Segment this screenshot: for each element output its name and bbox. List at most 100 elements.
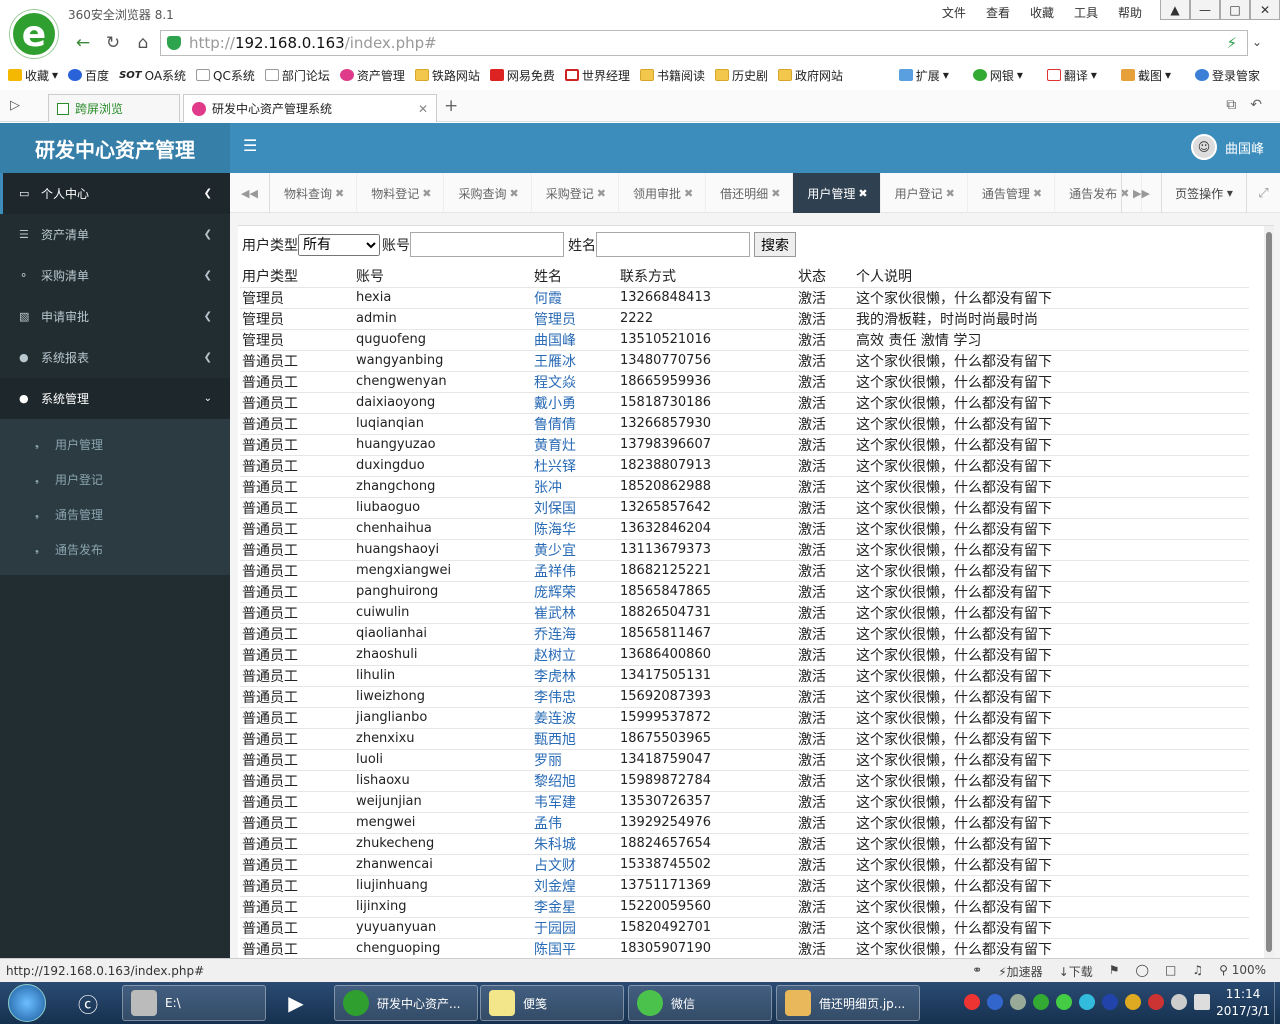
sogou-icon[interactable] (964, 994, 980, 1010)
cell-name[interactable]: 黄少宜 (532, 539, 618, 561)
bookmark-railway[interactable]: 铁路网站 (414, 67, 480, 84)
bookmark-favorites[interactable]: 收藏 ▾ (8, 67, 58, 84)
zoom-level[interactable]: ⚲ 100% (1219, 963, 1266, 980)
content-tab[interactable]: 借还明细 ✖ (706, 173, 794, 213)
close-icon[interactable]: ✕ (1250, 0, 1280, 20)
close-tab-icon[interactable]: ✖ (858, 187, 867, 200)
cell-name[interactable]: 姜连波 (532, 707, 618, 729)
close-tab-icon[interactable]: ✖ (597, 187, 606, 200)
network-status-icon[interactable] (1194, 994, 1210, 1010)
ie-mode-icon[interactable]: ◯ (1136, 963, 1149, 980)
menu-help[interactable]: 帮助 (1108, 4, 1152, 21)
menu-file[interactable]: 文件 (932, 4, 976, 21)
sidebar-item-approval[interactable]: ▧ 申请审批 ❮ (0, 296, 230, 337)
cell-name[interactable]: 李金星 (532, 896, 618, 918)
undo-icon[interactable]: ↶ (1250, 97, 1262, 113)
new-tab-icon[interactable]: + (444, 96, 458, 116)
taskbar-browser[interactable]: 研发中心资产... (334, 985, 478, 1021)
sidebar-item-assets[interactable]: ☰ 资产清单 ❮ (0, 214, 230, 255)
tabs-scroll-right-icon[interactable]: ▶▶ (1121, 173, 1161, 213)
taskbar-explorer[interactable]: E:\ (122, 985, 266, 1021)
cell-name[interactable]: 甄西旭 (532, 728, 618, 750)
sidebar-item-notice-management[interactable]: ❟ 通告管理 (0, 497, 230, 532)
maximize-icon[interactable]: □ (1220, 0, 1250, 20)
cell-name[interactable]: 戴小勇 (532, 392, 618, 414)
taskbar-notes[interactable]: 便笺 (480, 985, 624, 1021)
bookmark-government[interactable]: 政府网站 (777, 67, 843, 84)
back-icon[interactable]: ← (70, 31, 96, 55)
close-tab-icon[interactable]: ✖ (1033, 187, 1042, 200)
content-tab[interactable]: 采购查询 ✖ (444, 173, 532, 213)
chevron-down-icon[interactable]: ⌄ (1252, 35, 1262, 49)
close-tab-icon[interactable]: ✕ (418, 102, 428, 116)
window-icon[interactable]: □ (1165, 963, 1176, 980)
taskbar-wechat[interactable]: 微信 (628, 985, 772, 1021)
content-tab[interactable]: 物料查询 ✖ (270, 173, 358, 213)
scrollbar-thumb[interactable] (1266, 232, 1272, 952)
bookmark-manager[interactable]: 世界经理 (564, 67, 630, 84)
volume-icon[interactable]: ♫ (1192, 963, 1203, 980)
sidebar-item-reports[interactable]: ● 系统报表 ❮ (0, 337, 230, 378)
sidebar-item-personal[interactable]: ▭ 个人中心 ❮ (0, 173, 230, 214)
cell-name[interactable]: 占文财 (532, 854, 618, 876)
usb-icon[interactable] (1010, 994, 1026, 1010)
bookmark-books[interactable]: 书籍阅读 (639, 67, 705, 84)
accelerator-button[interactable]: ⚡加速器 (998, 963, 1042, 980)
cell-name[interactable]: 管理员 (532, 308, 618, 330)
cell-name[interactable]: 刘保国 (532, 497, 618, 519)
bookmark-oa[interactable]: SOT OA系统 (119, 67, 186, 84)
tabs-scroll-left-icon[interactable]: ◀◀ (230, 173, 270, 213)
extensions-button[interactable]: 扩展 ▾ (898, 67, 949, 84)
ebank-button[interactable]: 网银 ▾ (972, 67, 1023, 84)
speaker-icon[interactable] (1171, 994, 1187, 1010)
taskbar-paint[interactable]: 借还明细页.jp... (776, 985, 920, 1021)
minimize-icon[interactable]: — (1190, 0, 1220, 20)
cell-name[interactable]: 张冲 (532, 476, 618, 498)
cell-name[interactable]: 乔连海 (532, 623, 618, 645)
menu-favorites[interactable]: 收藏 (1020, 4, 1064, 21)
address-bar[interactable]: http://192.168.0.163/index.php# ⚡ (160, 30, 1248, 56)
bookmark-assets[interactable]: 资产管理 (339, 67, 405, 84)
app-logo[interactable]: 研发中心资产管理 (0, 123, 230, 173)
restore-tabs-icon[interactable]: ⧉ (1226, 97, 1236, 113)
download-button[interactable]: ↓下载 (1059, 963, 1093, 980)
tab-asset-system[interactable]: 研发中心资产管理系统 ✕ (183, 94, 437, 122)
cell-name[interactable]: 于园园 (532, 917, 618, 939)
cell-name[interactable]: 刘金煌 (532, 875, 618, 897)
cell-name[interactable]: 鲁倩倩 (532, 413, 618, 435)
close-tab-icon[interactable]: ✖ (771, 187, 780, 200)
cell-name[interactable]: 陈海华 (532, 518, 618, 540)
sidebar-item-notice-publish[interactable]: ❟ 通告发布 (0, 532, 230, 567)
sidebar-toggle-icon[interactable]: ▷ (10, 98, 20, 113)
security-icon[interactable] (1033, 994, 1049, 1010)
cell-name[interactable]: 曲国峰 (532, 329, 618, 351)
cell-name[interactable]: 程文焱 (532, 371, 618, 393)
account-input[interactable] (410, 232, 564, 257)
menu-toggle-icon[interactable]: ☰ (243, 136, 257, 155)
lightning-icon[interactable]: ⚡ (1226, 34, 1237, 52)
bookmark-qc[interactable]: QC系统 (196, 67, 255, 84)
bookmark-history[interactable]: 历史剧 (714, 67, 768, 84)
sidebar-item-user-management[interactable]: ❟ 用户管理 (0, 427, 230, 462)
cell-name[interactable]: 孟伟 (532, 812, 618, 834)
media-player-icon[interactable]: ▶ (270, 986, 322, 1020)
cell-name[interactable]: 黎绍旭 (532, 770, 618, 792)
bookmark-baidu[interactable]: 百度 (68, 67, 109, 84)
show-desktop-button[interactable] (1274, 982, 1280, 1024)
network-icon[interactable]: ⚭ (972, 963, 982, 980)
bookmark-netease[interactable]: 网易免费 (489, 67, 555, 84)
cell-name[interactable]: 杜兴铎 (532, 455, 618, 477)
scrollbar[interactable] (1264, 226, 1274, 958)
user-menu[interactable]: ☺ 曲国峰 (1190, 134, 1264, 160)
home-icon[interactable]: ⌂ (130, 31, 156, 55)
cell-name[interactable]: 孟祥伟 (532, 560, 618, 582)
screenshot-button[interactable]: 截图 ▾ (1120, 67, 1171, 84)
menu-tools[interactable]: 工具 (1064, 4, 1108, 21)
sidebar-item-system[interactable]: ● 系统管理 ⌄ (0, 378, 230, 419)
tab-cross-screen[interactable]: 跨屏浏览 (48, 94, 180, 122)
name-input[interactable] (596, 232, 750, 257)
pin-icon[interactable]: ▲ (1160, 0, 1190, 20)
cell-name[interactable]: 韦军建 (532, 791, 618, 813)
sidebar-item-purchase[interactable]: ⚬ 采购清单 ❮ (0, 255, 230, 296)
start-button[interactable] (8, 984, 46, 1022)
